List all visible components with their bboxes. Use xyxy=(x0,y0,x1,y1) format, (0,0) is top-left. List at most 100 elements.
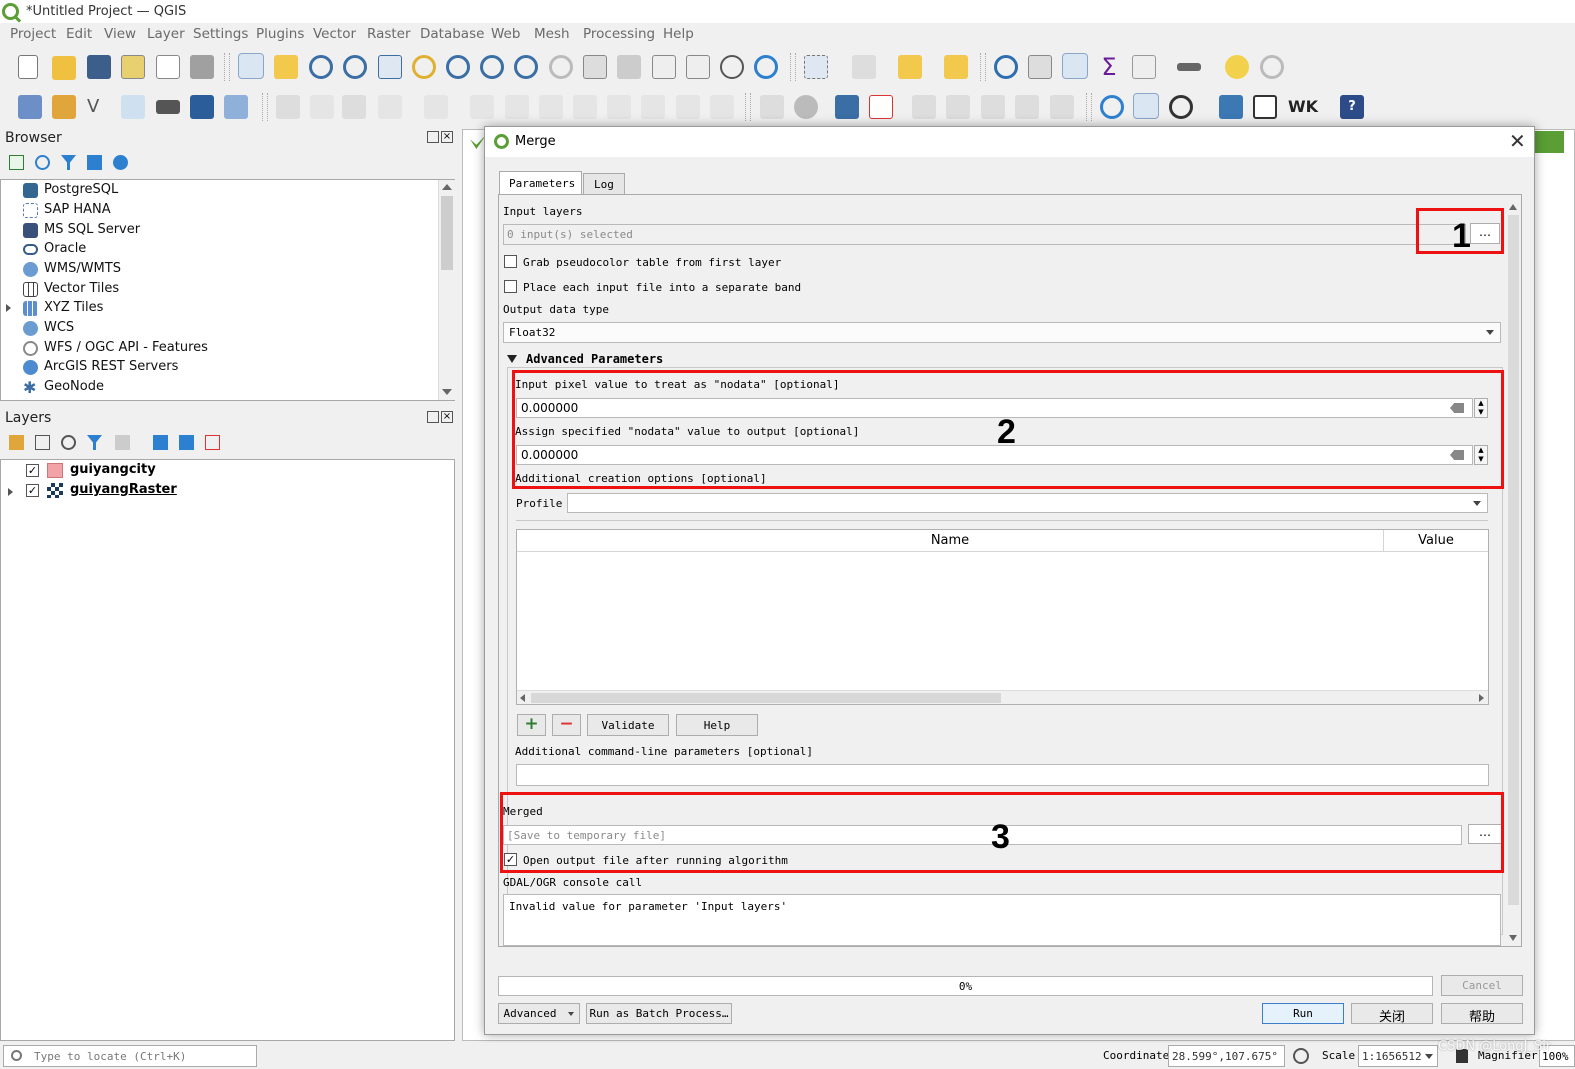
redo-icon[interactable] xyxy=(710,95,734,119)
new-project-icon[interactable] xyxy=(18,55,38,79)
dock-float-icon[interactable] xyxy=(427,131,439,143)
dialog-scroll-thumb[interactable] xyxy=(1508,215,1519,905)
zoom-native-icon[interactable] xyxy=(480,55,504,79)
print-layout-icon[interactable] xyxy=(156,55,180,79)
help-button[interactable]: Help xyxy=(676,714,758,736)
table-header-name[interactable]: Name xyxy=(517,530,1384,552)
scroll-up-icon[interactable] xyxy=(442,184,452,190)
locator-field[interactable]: Type to locate (Ctrl+K) xyxy=(3,1045,257,1067)
new-bookmark-icon[interactable] xyxy=(652,55,676,79)
menu-layer[interactable]: Layer xyxy=(147,26,185,42)
settings-gear-icon[interactable] xyxy=(1260,55,1284,79)
modify-attributes-icon[interactable] xyxy=(505,95,529,119)
python-console-icon[interactable] xyxy=(1219,95,1243,119)
field-calculator-icon[interactable] xyxy=(1132,55,1156,79)
collapse-all-icon[interactable] xyxy=(87,155,102,170)
cancel-button[interactable]: Cancel xyxy=(1441,975,1523,996)
save-as-icon[interactable] xyxy=(121,55,145,79)
copy-features-icon[interactable] xyxy=(607,95,631,119)
expand-arrow-icon[interactable] xyxy=(8,488,13,496)
show-bookmarks-icon[interactable] xyxy=(686,55,710,79)
menu-project[interactable]: Project xyxy=(10,26,56,42)
info-icon[interactable] xyxy=(113,155,128,170)
current-edits-icon[interactable] xyxy=(276,95,300,119)
style-layer-icon[interactable] xyxy=(9,435,24,450)
paste-features-icon[interactable] xyxy=(641,95,665,119)
scroll-left-icon[interactable] xyxy=(520,694,525,702)
deselect-all-icon[interactable] xyxy=(898,55,922,79)
layer-name-guiyangraster[interactable]: guiyangRaster xyxy=(70,482,177,497)
add-virtual-layer-icon[interactable] xyxy=(224,95,248,119)
geoserver-icon[interactable] xyxy=(1169,95,1193,119)
highlight-labels-icon[interactable] xyxy=(835,95,859,119)
advanced-parameters-title[interactable]: Advanced Parameters xyxy=(526,352,663,366)
diagram-tool-icon[interactable] xyxy=(794,95,818,119)
scroll-up-icon[interactable] xyxy=(1509,204,1517,210)
identify-icon[interactable] xyxy=(994,55,1018,79)
close-button[interactable]: 关闭 xyxy=(1351,1003,1433,1025)
toggle-editing-icon[interactable] xyxy=(310,95,334,119)
add-feature-icon[interactable] xyxy=(424,95,448,119)
dock-close-icon[interactable]: × xyxy=(441,411,453,423)
zoom-selection-icon[interactable] xyxy=(412,55,436,79)
new-geopackage-layer-icon[interactable] xyxy=(52,95,76,119)
add-selected-layers-icon[interactable] xyxy=(9,155,24,170)
menu-plugins[interactable]: Plugins xyxy=(256,26,304,42)
menu-raster[interactable]: Raster xyxy=(367,26,411,42)
browser-scroll-thumb[interactable] xyxy=(441,196,453,270)
grab-pseudocolor-checkbox[interactable] xyxy=(504,255,517,268)
add-delimited-text-icon[interactable] xyxy=(121,95,145,119)
menu-help[interactable]: Help xyxy=(663,26,694,42)
zoom-in-icon[interactable] xyxy=(309,55,333,79)
digitize-icon[interactable] xyxy=(378,95,402,119)
pin-labels-icon[interactable] xyxy=(869,95,893,119)
browser-scrollbar[interactable] xyxy=(438,180,455,400)
menu-edit[interactable]: Edit xyxy=(66,26,92,42)
undo-icon[interactable] xyxy=(676,95,700,119)
run-button[interactable]: Run xyxy=(1262,1003,1344,1024)
open-project-icon[interactable] xyxy=(52,56,76,80)
remove-layer-icon[interactable] xyxy=(205,435,220,450)
remove-row-icon[interactable]: − xyxy=(552,714,581,736)
input-layers-field[interactable]: 0 input(s) selected xyxy=(503,224,1466,245)
menu-vector[interactable]: Vector xyxy=(313,26,356,42)
metasearch-results-icon[interactable] xyxy=(1133,93,1159,119)
zoom-out-icon[interactable] xyxy=(343,55,367,79)
profile-select[interactable] xyxy=(567,493,1488,513)
pan-to-selection-icon[interactable] xyxy=(274,55,298,79)
menu-web[interactable]: Web xyxy=(491,26,520,42)
menu-view[interactable]: View xyxy=(104,26,136,42)
menu-settings[interactable]: Settings xyxy=(193,26,248,42)
quick-wkt-icon[interactable]: WK xyxy=(1288,95,1318,119)
advanced-button[interactable]: Advanced xyxy=(498,1003,580,1024)
validate-button[interactable]: Validate xyxy=(587,714,669,736)
add-row-icon[interactable]: + xyxy=(517,714,546,736)
cut-features-icon[interactable] xyxy=(573,95,597,119)
add-raster-layer-icon[interactable] xyxy=(156,100,180,114)
save-edits-icon[interactable] xyxy=(342,95,366,119)
cmdline-field[interactable] xyxy=(516,764,1489,786)
style-manager-icon[interactable] xyxy=(190,55,214,79)
attribute-table-icon[interactable] xyxy=(1028,55,1052,79)
rotate-label-icon[interactable] xyxy=(981,95,1005,119)
statistics-sigma-icon[interactable]: Σ xyxy=(1097,55,1121,79)
coordinate-field[interactable]: 28.599°,107.675° xyxy=(1168,1045,1285,1067)
filter-expression-icon[interactable] xyxy=(115,435,130,450)
select-location-icon[interactable] xyxy=(944,55,968,79)
zoom-layer-icon[interactable] xyxy=(446,55,470,79)
save-project-icon[interactable] xyxy=(87,55,111,79)
move-label-icon[interactable] xyxy=(946,95,970,119)
filter-icon[interactable] xyxy=(61,155,76,170)
vertex-tool-icon[interactable] xyxy=(470,95,494,119)
add-vector-layer-icon[interactable]: V xyxy=(87,95,111,119)
tab-parameters[interactable]: Parameters xyxy=(499,171,582,195)
layer-visibility-checkbox[interactable]: ✓ xyxy=(26,484,39,497)
zoom-next-icon[interactable] xyxy=(549,55,573,79)
expand-all-icon[interactable] xyxy=(153,435,168,450)
processing-toolbox-icon[interactable] xyxy=(1062,53,1088,79)
select-features-icon[interactable] xyxy=(804,55,828,79)
scroll-down-icon[interactable] xyxy=(442,389,452,395)
georeferencer-icon[interactable] xyxy=(1253,95,1277,119)
metasearch-icon[interactable] xyxy=(1100,95,1124,119)
delete-selected-icon[interactable] xyxy=(539,95,563,119)
